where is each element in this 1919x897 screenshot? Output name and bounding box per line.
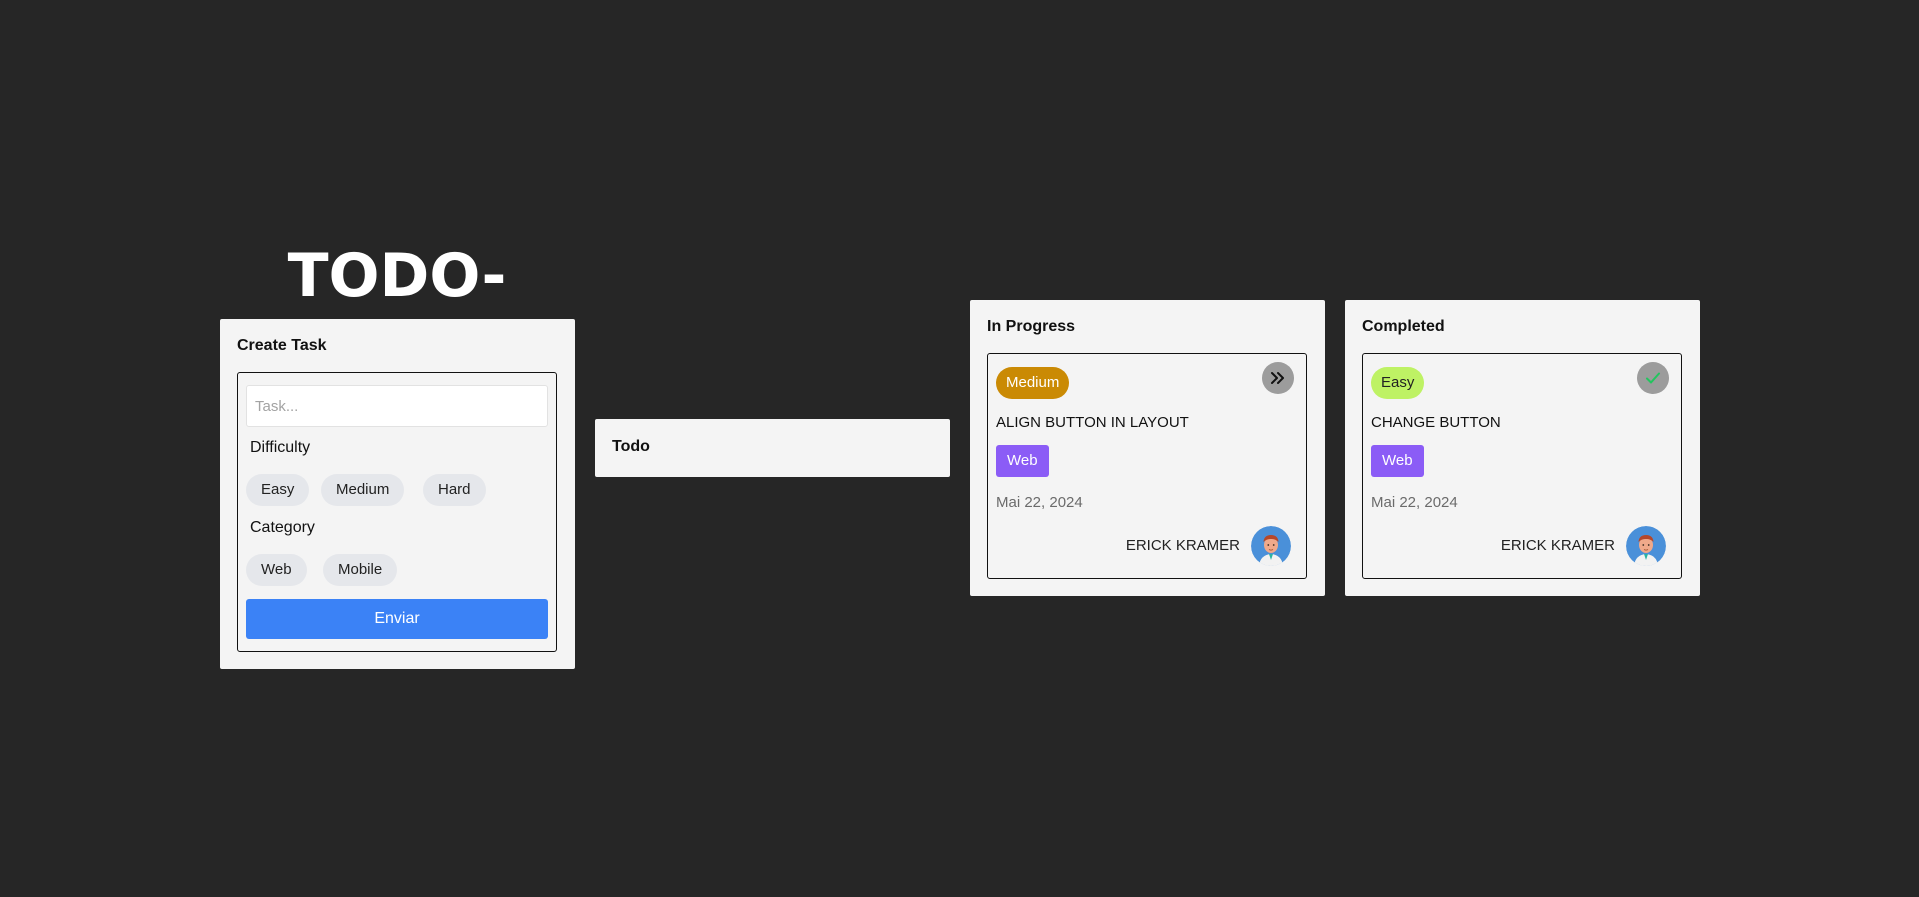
todo-column: Todo bbox=[595, 419, 950, 477]
category-tag: Web bbox=[1371, 445, 1424, 477]
check-icon bbox=[1646, 372, 1660, 384]
assignee-name: ERICK KRAMER bbox=[1500, 537, 1615, 554]
avatar bbox=[1251, 526, 1291, 566]
difficulty-badge: Medium bbox=[996, 367, 1070, 399]
completed-column-title: Completed bbox=[1362, 318, 1445, 335]
create-task-form: Difficulty Easy Medium Hard Category Web… bbox=[237, 372, 557, 652]
task-card[interactable]: Easy CHANGE BUTTON Web Mai 22, 2024 ERIC… bbox=[1362, 353, 1682, 579]
difficulty-option-medium[interactable]: Medium bbox=[321, 474, 405, 506]
user-avatar-icon bbox=[1251, 526, 1291, 566]
todo-column-title: Todo bbox=[612, 438, 650, 455]
submit-button[interactable]: Enviar bbox=[246, 599, 548, 639]
difficulty-badge: Easy bbox=[1371, 367, 1425, 399]
category-tag: Web bbox=[996, 445, 1049, 477]
difficulty-option-easy[interactable]: Easy bbox=[246, 474, 310, 506]
task-date: Mai 22, 2024 bbox=[996, 494, 1083, 511]
task-input[interactable] bbox=[246, 385, 548, 427]
create-task-panel: Create Task Difficulty Easy Medium Hard … bbox=[220, 319, 575, 669]
task-date: Mai 22, 2024 bbox=[1371, 494, 1458, 511]
completed-status-button[interactable] bbox=[1637, 362, 1669, 394]
category-option-mobile[interactable]: Mobile bbox=[323, 554, 398, 586]
move-to-completed-button[interactable] bbox=[1262, 362, 1294, 394]
double-chevron-right-icon bbox=[1271, 372, 1284, 384]
task-name: CHANGE BUTTON bbox=[1371, 414, 1501, 431]
task-name: ALIGN BUTTON IN LAYOUT bbox=[996, 414, 1189, 431]
completed-column: Completed Easy CHANGE BUTTON Web Mai 22,… bbox=[1345, 300, 1700, 596]
category-label: Category bbox=[250, 519, 315, 536]
create-task-title: Create Task bbox=[237, 337, 327, 354]
user-avatar-icon bbox=[1626, 526, 1666, 566]
category-option-web[interactable]: Web bbox=[246, 554, 307, 586]
task-card[interactable]: Medium ALIGN BUTTON IN LAYOUT Web Mai 22… bbox=[987, 353, 1307, 579]
in-progress-column-title: In Progress bbox=[987, 318, 1076, 335]
difficulty-label: Difficulty bbox=[250, 439, 311, 456]
avatar bbox=[1626, 526, 1666, 566]
in-progress-column: In Progress Medium ALIGN BUTTON IN LAYOU… bbox=[970, 300, 1325, 596]
assignee-name: ERICK KRAMER bbox=[1125, 537, 1240, 554]
difficulty-option-hard[interactable]: Hard bbox=[423, 474, 486, 506]
